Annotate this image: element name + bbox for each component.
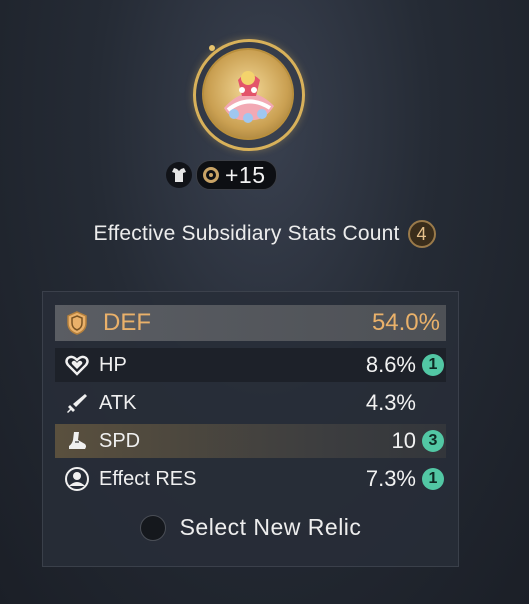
- relic-icon[interactable]: [193, 39, 305, 151]
- def-shield-icon: [63, 309, 91, 337]
- sub-stat-roll-count: 3: [422, 430, 444, 452]
- relic-level: +15: [225, 161, 266, 188]
- relic-level-row: +15: [166, 160, 277, 190]
- sub-stat-value: 10: [391, 428, 416, 453]
- effective-stats-row: Effective Subsidiary Stats Count 4: [0, 220, 529, 248]
- select-new-relic-label: Select New Relic: [179, 514, 362, 540]
- sub-stat-row: HP 8.6% 1: [55, 348, 446, 382]
- main-stat-value: 54.0%: [371, 309, 440, 336]
- sub-stat-name: HP: [99, 353, 127, 376]
- sub-stat-name: ATK: [99, 391, 137, 414]
- sub-stat-name: SPD: [99, 429, 141, 452]
- main-stat-row: DEF 54.0%: [55, 305, 446, 341]
- sub-stat-roll-count: 1: [422, 468, 444, 490]
- effect-res-icon: [63, 465, 91, 493]
- sub-stat-value: 8.6%: [365, 352, 416, 377]
- sub-stat-row: ATK 4.3%: [55, 386, 446, 420]
- sub-stat-row: SPD 10 3: [55, 424, 446, 458]
- sub-stat-name: Effect RES: [99, 467, 197, 490]
- level-badge: +15: [196, 160, 277, 190]
- sub-stat-value: 4.3%: [365, 390, 416, 415]
- body-armor-icon: [166, 162, 192, 188]
- sub-stat-row: Effect RES 7.3% 1: [55, 462, 446, 496]
- hp-heart-icon: [63, 351, 91, 379]
- main-stat-name: DEF: [103, 309, 151, 336]
- effective-stats-label: Effective Subsidiary Stats Count: [93, 222, 400, 245]
- effective-stats-count: 4: [407, 220, 436, 248]
- sub-stat-roll-count: 1: [422, 354, 444, 376]
- atk-sword-icon: [63, 389, 91, 417]
- select-radio[interactable]: [139, 514, 166, 541]
- relic-image: [202, 48, 294, 140]
- select-new-relic-option[interactable]: Select New Relic: [43, 514, 458, 541]
- relic-ring-icon: [203, 167, 219, 183]
- sparkle-icon: [209, 45, 215, 51]
- relic-armor-illustration: [224, 71, 274, 123]
- stats-panel: DEF 54.0% HP 8.6% 1 ATK 4.3% SPD 10 3 Ef…: [42, 291, 459, 567]
- sub-stat-value: 7.3%: [365, 466, 416, 491]
- spd-boot-icon: [63, 427, 91, 455]
